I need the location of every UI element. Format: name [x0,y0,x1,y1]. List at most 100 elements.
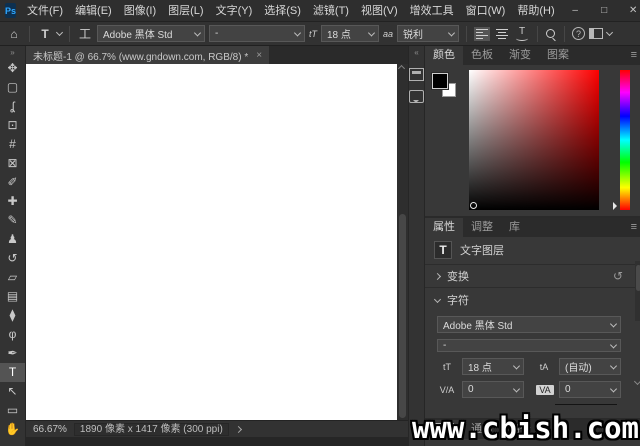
maximize-button[interactable]: □ [590,0,619,22]
warp-text-icon[interactable]: T [514,27,530,41]
marquee-tool[interactable]: ▢ [0,78,25,97]
character-leading-select[interactable]: (自动) [559,358,621,375]
healing-brush-tool[interactable]: ✚ [0,192,25,211]
help-icon[interactable]: ? [572,27,585,40]
tab-color[interactable]: 颜色 [425,46,463,65]
collapsed-panel-strip: « [408,46,425,446]
search-icon[interactable] [545,28,557,40]
menu-select[interactable]: 选择(S) [258,0,307,22]
menu-type[interactable]: 文字(Y) [210,0,259,22]
document-canvas[interactable] [26,64,397,420]
chevron-down-icon[interactable] [606,28,613,35]
toolbar-expand-icon[interactable]: » [0,46,25,59]
document-area: 未标题-1 @ 66.7% (www.gndown.com, RGB/8) * … [26,46,408,446]
crop-tool[interactable]: # [0,135,25,154]
chevron-down-icon [513,362,520,369]
path-selection-tool[interactable]: ↖ [0,382,25,401]
type-tool-preset-icon[interactable]: T [37,27,53,41]
menu-file[interactable]: 文件(F) [21,0,69,22]
scrollbar-thumb[interactable] [399,214,406,418]
saturation-brightness-field[interactable] [469,70,599,210]
move-tool[interactable]: ✥ [0,59,25,78]
tab-swatches[interactable]: 色板 [463,46,501,65]
character-section-label: 字符 [447,292,469,308]
clone-stamp-tool[interactable]: ♟ [0,230,25,249]
character-font-style-value: - [443,340,446,351]
menu-help[interactable]: 帮助(H) [511,0,560,22]
gradient-tool[interactable]: ▤ [0,287,25,306]
zoom-level[interactable]: 66.67% [33,424,67,435]
character-font-family-select[interactable]: Adobe 黑体 Std [437,316,621,333]
document-tab[interactable]: 未标题-1 @ 66.7% (www.gndown.com, RGB/8) * … [26,46,269,64]
document-info: 1890 像素 x 1417 像素 (300 ppi) [74,423,229,436]
character-font-style-select[interactable]: - [437,339,621,352]
minimize-button[interactable]: – [561,0,590,22]
reset-transform-icon[interactable]: ↺ [613,269,633,283]
scroll-up-icon[interactable] [398,65,405,72]
align-left-icon[interactable] [474,27,490,41]
anti-alias-select[interactable]: 锐利 [397,25,459,42]
rectangle-tool[interactable]: ▭ [0,401,25,420]
eyedropper-tool[interactable]: ✐ [0,173,25,192]
align-center-icon[interactable] [494,27,510,41]
status-chevron-icon[interactable] [235,425,242,432]
text-orientation-icon[interactable]: 工 [77,25,93,42]
brush-tool[interactable]: ✎ [0,211,25,230]
pen-tool[interactable]: ✒ [0,344,25,363]
font-style-select[interactable]: - [209,25,305,42]
workspace-panel-icon[interactable] [589,28,603,39]
menu-edit[interactable]: 编辑(E) [69,0,118,22]
eraser-tool[interactable]: ▱ [0,268,25,287]
history-panel-icon[interactable] [409,68,424,81]
color-selector-circle[interactable] [470,202,477,209]
close-tab-icon[interactable]: × [256,50,262,61]
hue-slider-handle[interactable] [613,202,621,210]
tab-patterns[interactable]: 图案 [539,46,577,65]
type-tool[interactable]: T [0,363,25,382]
close-button[interactable]: ✕ [619,0,640,22]
character-settings: Adobe 黑体 Std - tT 18 点 [425,311,640,409]
character-section-header[interactable]: 字符 [425,288,640,311]
lasso-tool[interactable]: ʆ [0,97,25,116]
frame-tool[interactable]: ⊠ [0,154,25,173]
menu-image[interactable]: 图像(I) [118,0,162,22]
scrollbar-thumb[interactable] [636,265,640,291]
menu-view[interactable]: 视图(V) [355,0,404,22]
object-selection-tool[interactable]: ⊡ [0,116,25,135]
dodge-tool[interactable]: φ [0,325,25,344]
properties-scrollbar[interactable] [635,261,640,321]
character-tracking-select[interactable]: 0 [559,381,621,398]
tab-libraries[interactable]: 库 [501,218,528,237]
home-icon[interactable]: ⌂ [6,27,22,41]
panel-menu-icon[interactable]: ≡ [625,46,640,65]
menu-window[interactable]: 窗口(W) [460,0,512,22]
menu-bar: Ps 文件(F) 编辑(E) 图像(I) 图层(L) 文字(Y) 选择(S) 滤… [0,0,640,22]
tab-properties[interactable]: 属性 [425,218,463,237]
transform-section-header[interactable]: 变换 ↺ [425,265,640,288]
hand-tool[interactable]: ✋ [0,420,25,439]
font-size-select[interactable]: 18 点 [321,25,379,42]
tab-gradients[interactable]: 渐变 [501,46,539,65]
font-size-icon: tT [309,29,317,39]
character-kerning-select[interactable]: 0 [462,381,524,398]
collapse-panels-icon[interactable]: « [414,46,418,59]
hue-slider-bar[interactable] [620,70,630,210]
character-size-select[interactable]: 18 点 [462,358,524,375]
font-family-select[interactable]: Adobe 黑体 Std [97,25,205,42]
chevron-down-icon[interactable] [56,28,63,35]
separator [69,26,70,42]
menu-plugins[interactable]: 增效工具 [404,0,460,22]
foreground-color-swatch[interactable] [432,73,448,89]
blur-tool[interactable]: ⧫ [0,306,25,325]
canvas-pasteboard [26,64,408,420]
history-brush-tool[interactable]: ↺ [0,249,25,268]
menu-filter[interactable]: 滤镜(T) [307,0,355,22]
tab-adjustments[interactable]: 调整 [463,218,501,237]
canvas-vertical-scrollbar[interactable] [397,64,408,420]
separator [466,26,467,42]
comments-panel-icon[interactable] [409,90,424,103]
anti-alias-icon: aa [383,29,393,39]
panel-menu-icon[interactable]: ≡ [625,218,640,237]
menu-layer[interactable]: 图层(L) [162,0,209,22]
chevron-down-icon [610,320,617,327]
